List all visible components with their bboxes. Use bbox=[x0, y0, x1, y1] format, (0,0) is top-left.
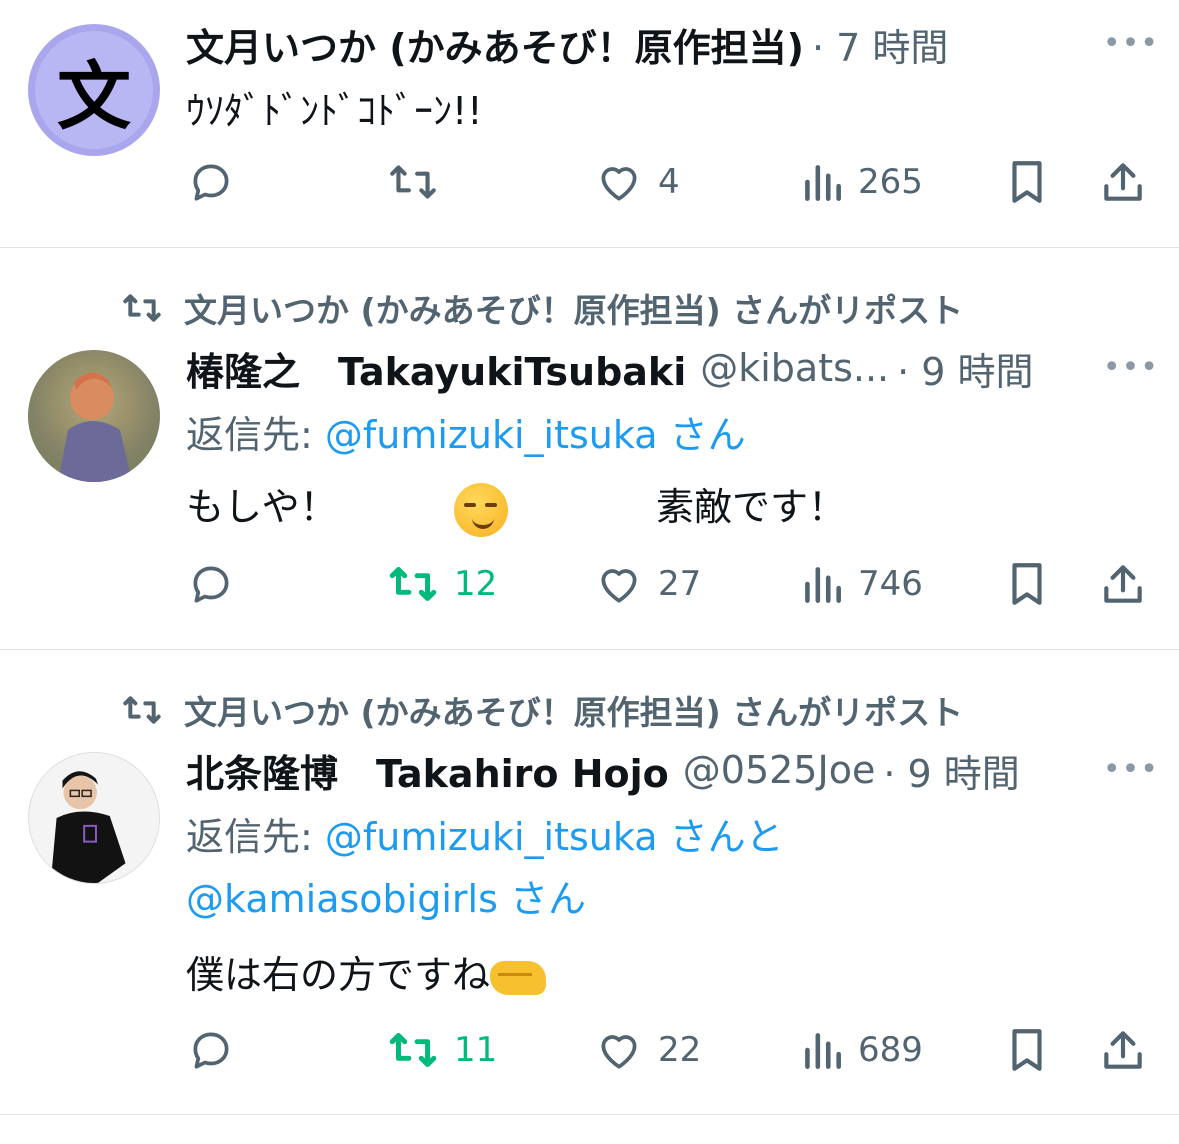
views-button[interactable]: 265 bbox=[800, 152, 923, 212]
share-icon bbox=[1104, 565, 1142, 603]
avatar-photo bbox=[28, 350, 160, 482]
mention-link[interactable]: @fumizuki_itsuka bbox=[325, 413, 658, 457]
view-count: 746 bbox=[858, 564, 923, 604]
action-bar: 4 265 bbox=[0, 152, 1179, 212]
avatar-letter: 文 bbox=[35, 31, 153, 149]
repost-count: 12 bbox=[454, 564, 498, 604]
reply-button[interactable] bbox=[186, 152, 236, 212]
bookmark-icon bbox=[1012, 1029, 1042, 1071]
repost-button[interactable] bbox=[386, 152, 440, 212]
view-count: 689 bbox=[858, 1030, 923, 1070]
heart-icon bbox=[601, 167, 637, 201]
repost-icon bbox=[389, 566, 437, 602]
author-handle[interactable]: @kibats... bbox=[700, 346, 889, 390]
smirking-face-emoji bbox=[453, 482, 508, 537]
tweet-text-body: 僕は右の方ですね bbox=[186, 953, 491, 997]
tweet-header: 北条隆博 Takahiro Hojo @0525Joe · 9 時間 bbox=[186, 742, 1139, 798]
repost-button[interactable]: 12 bbox=[386, 554, 497, 614]
tweet-3[interactable]: 文月いつか (かみあそび！原作担当) さんがリポスト 北条隆博 Takahiro… bbox=[0, 650, 1179, 1116]
reply-suffix: さんと bbox=[657, 815, 784, 859]
like-count: 22 bbox=[658, 1030, 702, 1070]
tweet-text: 僕は右の方ですね bbox=[186, 944, 547, 999]
bookmark-icon bbox=[1012, 161, 1042, 203]
avatar[interactable] bbox=[28, 350, 160, 482]
reply-to: 返信先: @fumizuki_itsuka さんと bbox=[186, 806, 784, 861]
views-icon bbox=[805, 1033, 841, 1069]
tweet-1[interactable]: 文 文月いつか (かみあそび！原作担当) · 7 時間 ••• ｳｿﾀﾞﾄﾞﾝﾄ… bbox=[0, 0, 1179, 248]
bookmark-button[interactable] bbox=[1004, 554, 1050, 614]
views-icon bbox=[805, 567, 841, 603]
repost-label: 文月いつか (かみあそび！原作担当) さんがリポスト bbox=[184, 693, 964, 732]
like-count: 4 bbox=[658, 162, 680, 202]
share-icon bbox=[1104, 1031, 1142, 1069]
reply-prefix: 返信先: bbox=[186, 815, 325, 859]
right-facing-fist-emoji bbox=[490, 960, 547, 995]
avatar[interactable] bbox=[28, 752, 160, 884]
tweet-header: 椿隆之 TakayukiTsubaki @kibats... · 9 時間 bbox=[186, 340, 1139, 396]
repost-icon bbox=[389, 1032, 437, 1068]
tweet-text: もしや！ 素敵です！ bbox=[186, 476, 846, 537]
more-icon[interactable]: ••• bbox=[1103, 26, 1159, 61]
bookmark-button[interactable] bbox=[1004, 1020, 1050, 1080]
reply-to-line-2: @kamiasobigirls さん bbox=[186, 868, 586, 923]
heart-icon bbox=[601, 569, 637, 603]
repost-count: 11 bbox=[454, 1030, 498, 1070]
action-bar: 11 22 689 bbox=[0, 1020, 1179, 1080]
more-icon[interactable]: ••• bbox=[1103, 752, 1159, 787]
repost-button[interactable]: 11 bbox=[386, 1020, 497, 1080]
tweet-header: 文月いつか (かみあそび！原作担当) · 7 時間 bbox=[186, 16, 1139, 72]
author-name[interactable]: 北条隆博 Takahiro Hojo bbox=[186, 743, 669, 798]
timestamp[interactable]: · 9 時間 bbox=[883, 743, 1019, 798]
mention-link[interactable]: @kamiasobigirls bbox=[186, 877, 498, 921]
share-icon bbox=[1104, 163, 1142, 201]
reply-icon bbox=[193, 566, 229, 603]
bookmark-button[interactable] bbox=[1004, 152, 1050, 212]
repost-icon bbox=[123, 294, 161, 322]
share-button[interactable] bbox=[1098, 152, 1148, 212]
timestamp[interactable]: · 7 時間 bbox=[812, 17, 948, 72]
tweet-text: ｳｿﾀﾞﾄﾞﾝﾄﾞｺﾄﾞｰﾝ!! bbox=[186, 89, 483, 133]
author-name[interactable]: 椿隆之 TakayukiTsubaki bbox=[186, 341, 686, 396]
repost-label: 文月いつか (かみあそび！原作担当) さんがリポスト bbox=[184, 291, 964, 330]
like-button[interactable]: 4 bbox=[594, 152, 680, 212]
reply-to: 返信先: @fumizuki_itsuka さん bbox=[186, 404, 746, 459]
repost-icon bbox=[390, 165, 436, 199]
views-button[interactable]: 689 bbox=[800, 1020, 923, 1080]
author-handle[interactable]: @0525Joe bbox=[683, 748, 876, 792]
repost-context[interactable]: 文月いつか (かみあそび！原作担当) さんがリポスト bbox=[120, 686, 963, 734]
heart-icon bbox=[601, 1035, 637, 1069]
more-icon[interactable]: ••• bbox=[1103, 350, 1159, 385]
like-button[interactable]: 22 bbox=[594, 1020, 701, 1080]
avatar[interactable]: 文 bbox=[28, 24, 160, 156]
reply-suffix: さん bbox=[657, 413, 746, 457]
like-button[interactable]: 27 bbox=[594, 554, 701, 614]
divider bbox=[0, 1114, 1179, 1115]
avatar-photo bbox=[29, 753, 159, 883]
share-button[interactable] bbox=[1098, 554, 1148, 614]
reply-suffix: さん bbox=[497, 877, 586, 921]
timestamp[interactable]: · 9 時間 bbox=[897, 341, 1033, 396]
views-icon bbox=[805, 165, 841, 201]
repost-icon bbox=[123, 696, 161, 724]
repost-context[interactable]: 文月いつか (かみあそび！原作担当) さんがリポスト bbox=[120, 284, 963, 332]
reply-button[interactable] bbox=[186, 554, 236, 614]
reply-icon bbox=[193, 164, 229, 201]
views-button[interactable]: 746 bbox=[800, 554, 923, 614]
reply-button[interactable] bbox=[186, 1020, 236, 1080]
tweet-2[interactable]: 文月いつか (かみあそび！原作担当) さんがリポスト 椿隆之 TakayukiT… bbox=[0, 248, 1179, 650]
action-bar: 12 27 746 bbox=[0, 554, 1179, 614]
bookmark-icon bbox=[1012, 563, 1042, 605]
share-button[interactable] bbox=[1098, 1020, 1148, 1080]
tweet-text-part-2: 素敵です！ bbox=[656, 485, 847, 529]
reply-prefix: 返信先: bbox=[186, 413, 325, 457]
author-name[interactable]: 文月いつか (かみあそび！原作担当) bbox=[186, 17, 804, 72]
view-count: 265 bbox=[858, 162, 923, 202]
mention-link[interactable]: @fumizuki_itsuka bbox=[325, 815, 658, 859]
like-count: 27 bbox=[658, 564, 702, 604]
reply-icon bbox=[193, 1032, 229, 1069]
tweet-text-part-1: もしや！ bbox=[186, 485, 338, 529]
